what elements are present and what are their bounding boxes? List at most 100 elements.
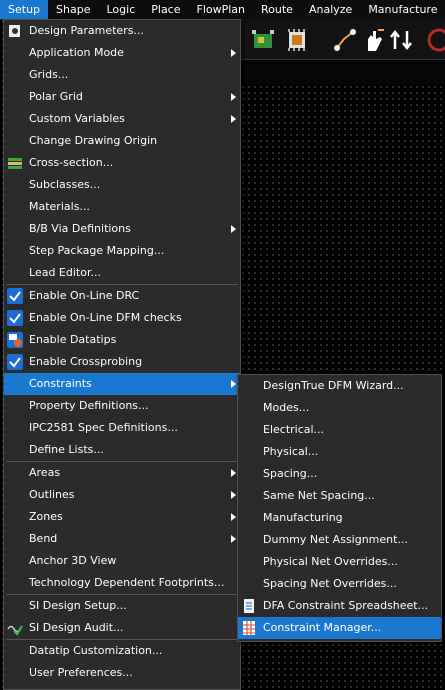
menu-place[interactable]: Place xyxy=(143,0,188,19)
menu-item-constraints[interactable]: Constraints xyxy=(4,373,240,395)
menu-item-label: Electrical... xyxy=(263,423,325,436)
menu-item-label: Physical... xyxy=(263,445,319,458)
menu-item-technology-footprints[interactable]: Technology Dependent Footprints... xyxy=(4,572,240,594)
menu-item-cross-section[interactable]: Cross-section... xyxy=(4,152,240,174)
menu-item-label: Enable On-Line DFM checks xyxy=(29,311,182,324)
menu-item-custom-variables[interactable]: Custom Variables xyxy=(4,108,240,130)
menu-item-subclasses[interactable]: Subclasses... xyxy=(4,174,240,196)
canvas-area[interactable] xyxy=(240,60,445,84)
submenu-item-modes[interactable]: Modes... xyxy=(238,397,441,419)
datatips-icon xyxy=(7,332,23,348)
menu-item-label: Constraints xyxy=(29,377,92,390)
menu-item-label: Technology Dependent Footprints... xyxy=(29,576,225,589)
menu-item-si-design-setup[interactable]: SI Design Setup... xyxy=(4,595,240,617)
submenu-arrow-icon xyxy=(231,115,236,123)
cross-section-icon xyxy=(8,158,22,169)
menu-item-grids[interactable]: Grids... xyxy=(4,64,240,86)
menu-item-label: Enable Crossprobing xyxy=(29,355,143,368)
design-parameters-icon xyxy=(9,25,20,37)
setup-menu: Design Parameters... Application Mode Gr… xyxy=(3,19,241,690)
submenu-item-spacing-net-overrides[interactable]: Spacing Net Overrides... xyxy=(238,573,441,595)
menu-item-bend[interactable]: Bend xyxy=(4,528,240,550)
menu-item-bb-via-definitions[interactable]: B/B Via Definitions xyxy=(4,218,240,240)
hand-push-icon[interactable] xyxy=(360,27,386,53)
menu-item-property-definitions[interactable]: Property Definitions... xyxy=(4,395,240,417)
submenu-item-spacing[interactable]: Spacing... xyxy=(238,463,441,485)
menu-item-zones[interactable]: Zones xyxy=(4,506,240,528)
menu-item-label: SI Design Audit... xyxy=(29,621,124,634)
submenu-item-manufacturing[interactable]: Manufacturing xyxy=(238,507,441,529)
submenu-arrow-icon xyxy=(231,469,236,477)
submenu-arrow-icon xyxy=(231,491,236,499)
submenu-item-electrical[interactable]: Electrical... xyxy=(238,419,441,441)
submenu-item-dfm-wizard[interactable]: DesignTrue DFM Wizard... xyxy=(238,375,441,397)
submenu-item-same-net-spacing[interactable]: Same Net Spacing... xyxy=(238,485,441,507)
menu-item-label: Custom Variables xyxy=(29,112,125,125)
menu-item-lead-editor[interactable]: Lead Editor... xyxy=(4,262,240,284)
menu-item-label: Materials... xyxy=(29,200,90,213)
menu-item-label: Modes... xyxy=(263,401,310,414)
menu-item-label: Zones xyxy=(29,510,63,523)
menu-item-anchor-3d-view[interactable]: Anchor 3D View xyxy=(4,550,240,572)
menu-item-materials[interactable]: Materials... xyxy=(4,196,240,218)
submenu-item-physical[interactable]: Physical... xyxy=(238,441,441,463)
menu-item-label: DFA Constraint Spreadsheet... xyxy=(263,599,429,612)
gear-chip-icon[interactable] xyxy=(284,27,310,53)
menu-item-enable-online-drc[interactable]: Enable On-Line DRC xyxy=(4,285,240,307)
menu-item-areas[interactable]: Areas xyxy=(4,462,240,484)
menu-item-label: Dummy Net Assignment... xyxy=(263,533,408,546)
submenu-arrow-icon xyxy=(231,513,236,521)
checkmark-icon xyxy=(7,288,23,304)
menu-item-label: Define Lists... xyxy=(29,443,104,456)
menu-item-label: Lead Editor... xyxy=(29,266,101,279)
menu-shape[interactable]: Shape xyxy=(48,0,98,19)
menu-item-enable-crossprobing[interactable]: Enable Crossprobing xyxy=(4,351,240,373)
submenu-item-dfa-spreadsheet[interactable]: DFA Constraint Spreadsheet... xyxy=(238,595,441,617)
submenu-arrow-icon xyxy=(231,380,236,388)
menu-item-user-preferences[interactable]: User Preferences... xyxy=(4,662,240,684)
menu-item-change-drawing-origin[interactable]: Change Drawing Origin xyxy=(4,130,240,152)
menu-setup[interactable]: Setup xyxy=(0,0,49,19)
menu-manufacture[interactable]: Manufacture xyxy=(360,0,445,19)
menu-item-step-package-mapping[interactable]: Step Package Mapping... xyxy=(4,240,240,262)
menu-analyze[interactable]: Analyze xyxy=(301,0,360,19)
record-icon[interactable] xyxy=(426,27,445,53)
menu-item-polar-grid[interactable]: Polar Grid xyxy=(4,86,240,108)
menu-route[interactable]: Route xyxy=(253,0,301,19)
menu-item-design-parameters[interactable]: Design Parameters... xyxy=(4,20,240,42)
menu-item-label: Grids... xyxy=(29,68,69,81)
chip-placement-icon[interactable] xyxy=(250,27,276,53)
menu-item-label: Property Definitions... xyxy=(29,399,149,412)
menu-item-label: Application Mode xyxy=(29,46,124,59)
submenu-arrow-icon xyxy=(231,93,236,101)
menu-item-ipc2581-spec[interactable]: IPC2581 Spec Definitions... xyxy=(4,417,240,439)
menu-flowplan[interactable]: FlowPlan xyxy=(189,0,254,19)
submenu-item-physical-net-overrides[interactable]: Physical Net Overrides... xyxy=(238,551,441,573)
menu-item-label: Enable On-Line DRC xyxy=(29,289,140,302)
menu-item-label: Design Parameters... xyxy=(29,24,144,37)
checkmark-icon xyxy=(7,310,23,326)
menu-item-label: Physical Net Overrides... xyxy=(263,555,398,568)
menu-item-enable-online-dfm[interactable]: Enable On-Line DFM checks xyxy=(4,307,240,329)
submenu-item-dummy-net-assignment[interactable]: Dummy Net Assignment... xyxy=(238,529,441,551)
menu-item-outlines[interactable]: Outlines xyxy=(4,484,240,506)
checkmark-icon xyxy=(7,354,23,370)
menu-item-label: Change Drawing Origin xyxy=(29,134,158,147)
swap-arrows-icon[interactable] xyxy=(388,27,414,53)
menu-item-enable-datatips[interactable]: Enable Datatips xyxy=(4,329,240,351)
menu-item-label: Cross-section... xyxy=(29,156,114,169)
menu-item-label: Spacing Net Overrides... xyxy=(263,577,397,590)
menu-item-define-lists[interactable]: Define Lists... xyxy=(4,439,240,461)
menu-item-label: Enable Datatips xyxy=(29,333,117,346)
menu-item-datatip-customization[interactable]: Datatip Customization... xyxy=(4,640,240,662)
submenu-item-constraint-manager[interactable]: Constraint Manager... xyxy=(238,617,441,639)
spreadsheet-icon xyxy=(244,599,254,613)
constraint-manager-icon xyxy=(243,621,255,635)
menu-logic[interactable]: Logic xyxy=(98,0,143,19)
constraints-submenu: DesignTrue DFM Wizard... Modes... Electr… xyxy=(237,374,442,642)
toolbar xyxy=(240,19,445,60)
menu-item-application-mode[interactable]: Application Mode xyxy=(4,42,240,64)
menu-item-label: Areas xyxy=(29,466,61,479)
route-connect-icon[interactable] xyxy=(332,27,358,53)
menu-item-si-design-audit[interactable]: SI Design Audit... xyxy=(4,617,240,639)
